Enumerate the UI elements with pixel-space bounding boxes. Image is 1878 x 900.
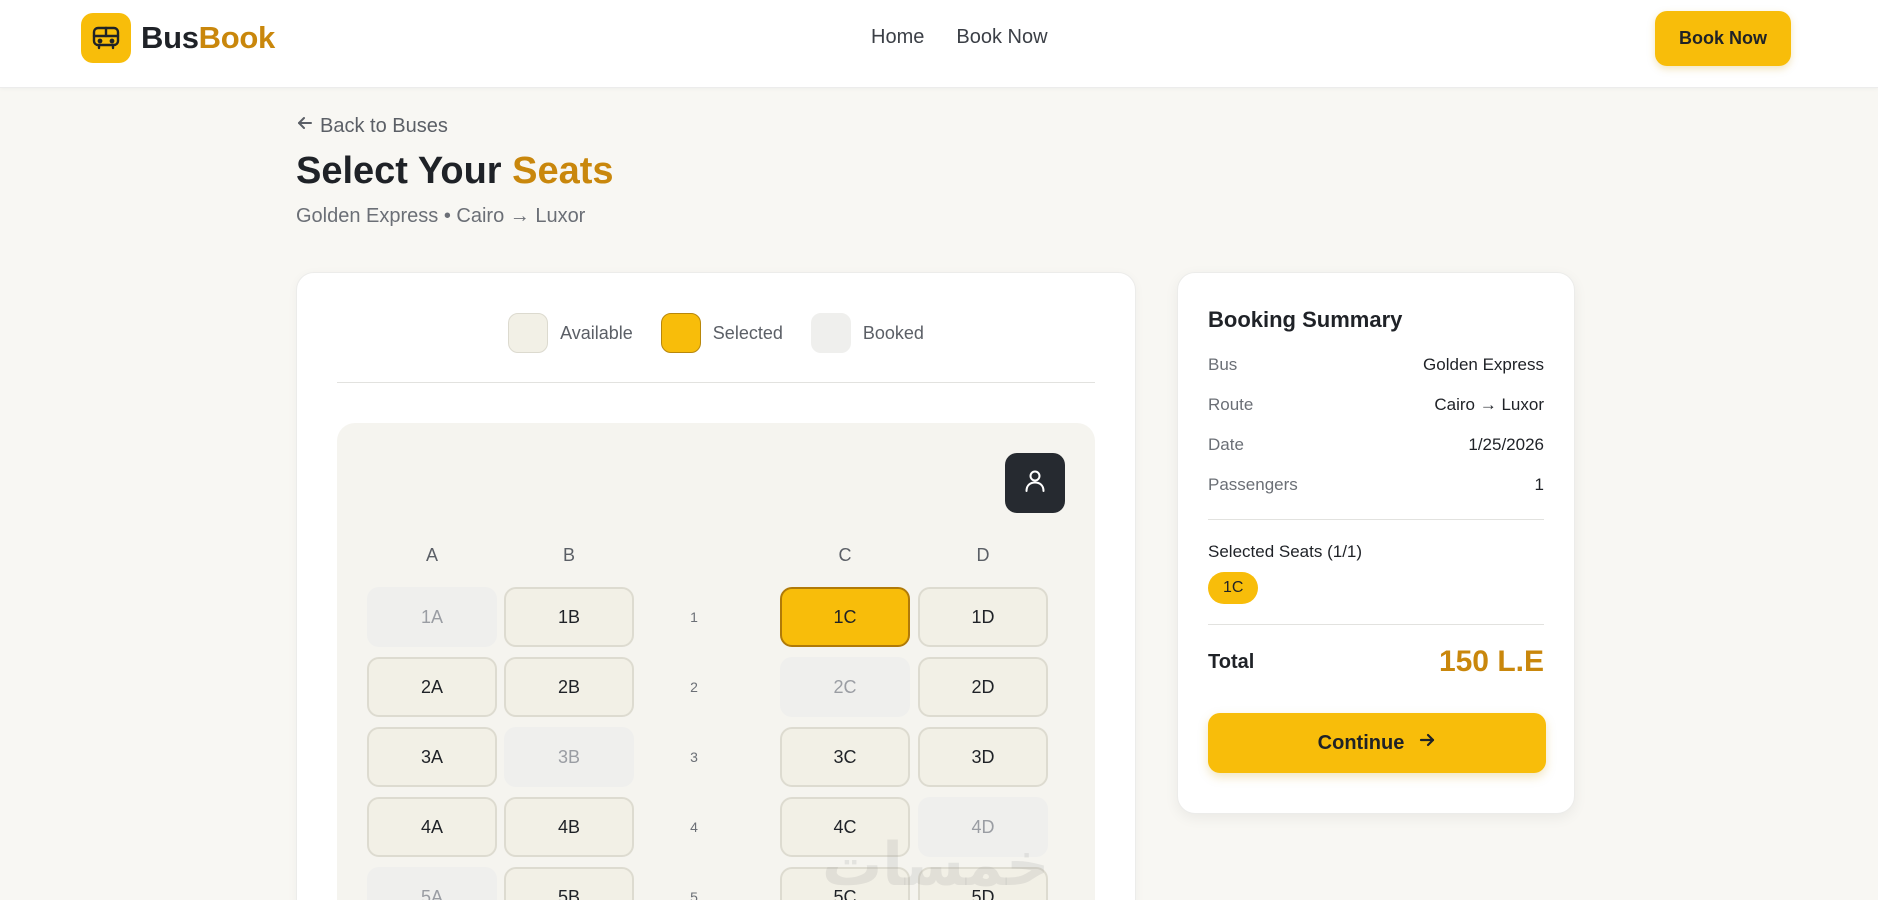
top-header: BusBook Home Book Now Book Now	[0, 0, 1878, 88]
seat-1d[interactable]: 1D	[918, 587, 1048, 647]
row-number: 5	[690, 889, 698, 900]
legend-selected: Selected	[660, 313, 783, 353]
bus-icon	[81, 13, 131, 63]
summary-value: Golden Express	[1423, 355, 1544, 374]
legend-selected-swatch	[660, 313, 701, 353]
selected-seat-chip: 1C	[1208, 572, 1259, 604]
arrow-left-icon	[296, 114, 314, 138]
legend-available-label: Available	[560, 322, 633, 343]
seat-2a[interactable]: 2A	[367, 657, 497, 717]
seat-1c[interactable]: 1C	[780, 587, 910, 647]
driver-seat	[1005, 453, 1065, 513]
nav-home[interactable]: Home	[871, 26, 924, 49]
seat-3b: 3B	[504, 727, 634, 787]
column-label-a: A	[425, 545, 438, 565]
page-title: Select Your Seats	[296, 150, 614, 193]
legend-booked-label: Booked	[862, 322, 924, 343]
row-number: 3	[690, 749, 698, 765]
nav-book-now[interactable]: Book Now	[956, 26, 1047, 49]
seat-3a[interactable]: 3A	[367, 727, 497, 787]
column-label-c: C	[838, 545, 852, 565]
column-label-b: B	[562, 545, 575, 565]
seat-2b[interactable]: 2B	[504, 657, 634, 717]
column-label-d: D	[976, 545, 990, 565]
summary-value: 1	[1534, 475, 1544, 494]
total-label: Total	[1208, 650, 1255, 673]
brand-logo[interactable]: BusBook	[81, 13, 275, 63]
seat-5a: 5A	[367, 867, 497, 900]
header-book-now-button[interactable]: Book Now	[1655, 11, 1791, 66]
summary-key: Date	[1208, 435, 1244, 454]
summary-divider	[1208, 624, 1544, 625]
total-price: 150 L.E	[1438, 645, 1544, 678]
total-row: Total 150 L.E	[1208, 645, 1544, 679]
continue-button[interactable]: Continue	[1208, 713, 1546, 773]
row-number: 2	[690, 679, 698, 695]
seat-4b[interactable]: 4B	[504, 797, 634, 857]
bus-seat-map: A B C D 1 1A 1B 1C 1D 2 2A 2B 2C 2D 3 3A 3B 3C 3D 4 4A 4B…	[337, 423, 1095, 900]
summary-title: Booking Summary	[1208, 307, 1403, 332]
seat-1b[interactable]: 1B	[504, 587, 634, 647]
continue-label: Continue	[1317, 731, 1405, 754]
legend-selected-label: Selected	[712, 322, 783, 343]
summary-row-bus: Bus Golden Express	[1208, 355, 1544, 395]
seat-3c[interactable]: 3C	[780, 727, 910, 787]
seat-5c[interactable]: 5C	[780, 867, 910, 900]
summary-divider	[1208, 519, 1544, 520]
seat-5d[interactable]: 5D	[918, 867, 1048, 900]
summary-value: 1/25/2026	[1468, 435, 1544, 454]
arrow-right-icon	[1418, 731, 1436, 755]
summary-value: Cairo → Luxor	[1434, 395, 1544, 414]
page-title-part1: Select Your	[296, 150, 513, 192]
booking-summary-card: Booking Summary Bus Golden Express Route…	[1177, 272, 1575, 814]
page-title-accent: Seats	[512, 150, 614, 192]
selected-seats-label: Selected Seats (1/1)	[1208, 542, 1363, 561]
summary-key: Route	[1208, 395, 1254, 414]
summary-row-date: Date 1/25/2026	[1208, 435, 1544, 475]
seat-4d: 4D	[918, 797, 1048, 857]
back-label: Back to Buses	[320, 114, 448, 137]
legend-available-swatch	[508, 313, 549, 353]
seat-1a: 1A	[367, 587, 497, 647]
legend-booked: Booked	[810, 313, 924, 353]
brand-name: BusBook	[141, 20, 275, 56]
summary-row-passengers: Passengers 1	[1208, 475, 1544, 515]
seat-selection-card: Available Selected Booked A B C D 1 1A 1B 1…	[296, 272, 1136, 900]
main-nav: Home Book Now	[871, 26, 1048, 49]
user-icon	[1022, 468, 1048, 499]
seat-2c: 2C	[780, 657, 910, 717]
seat-3d[interactable]: 3D	[918, 727, 1048, 787]
summary-key: Passengers	[1208, 475, 1298, 494]
seat-legend: Available Selected Booked	[297, 313, 1135, 353]
seat-5b[interactable]: 5B	[504, 867, 634, 900]
legend-divider	[337, 382, 1095, 383]
trip-subtitle: Golden Express • Cairo → Luxor	[296, 205, 586, 227]
summary-key: Bus	[1208, 355, 1238, 374]
seat-2d[interactable]: 2D	[918, 657, 1048, 717]
summary-row-route: Route Cairo → Luxor	[1208, 395, 1544, 435]
legend-booked-swatch	[810, 313, 851, 353]
row-number: 4	[690, 819, 698, 835]
row-number: 1	[690, 609, 698, 625]
brand-name-part2: Book	[198, 20, 276, 55]
back-to-buses-link[interactable]: Back to Buses	[296, 114, 448, 138]
seat-4c[interactable]: 4C	[780, 797, 910, 857]
legend-available: Available	[508, 313, 633, 353]
brand-name-part1: Bus	[141, 20, 199, 55]
seat-4a[interactable]: 4A	[367, 797, 497, 857]
